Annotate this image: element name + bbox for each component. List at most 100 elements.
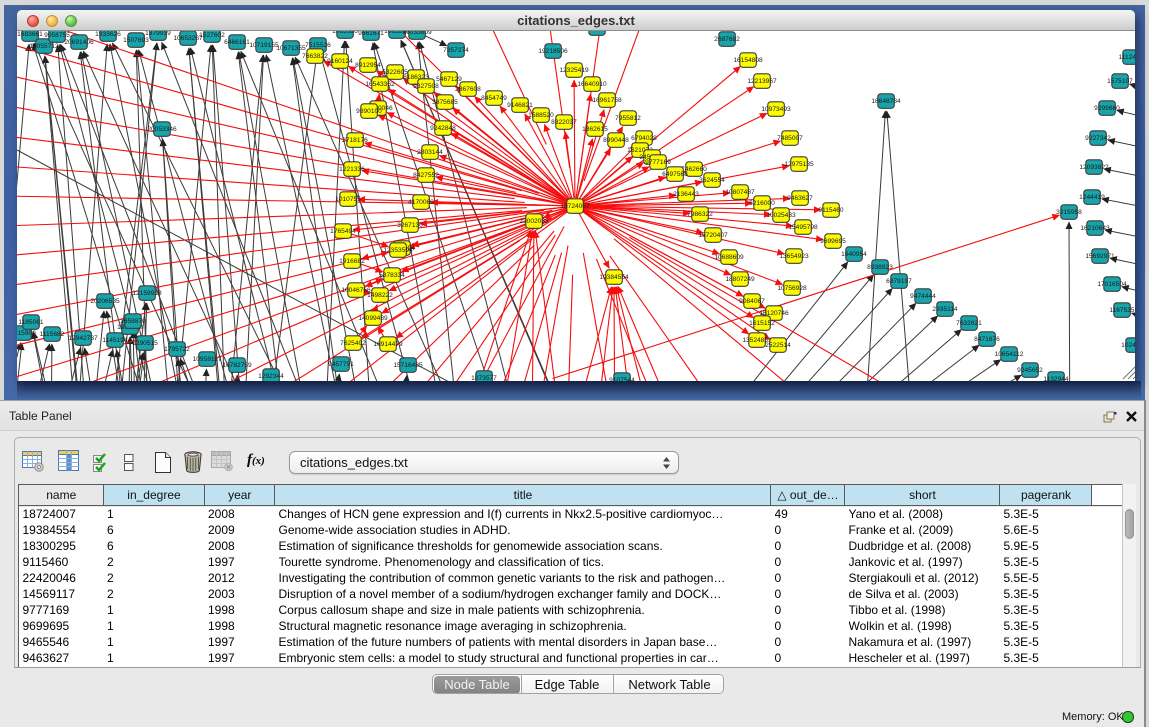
svg-text:2935114: 2935114 [932, 306, 958, 313]
svg-text:10654112: 10654112 [995, 351, 1024, 358]
svg-text:9299660: 9299660 [1094, 105, 1120, 112]
svg-text:1615152: 1615152 [749, 320, 775, 327]
svg-text:16640910: 16640910 [577, 81, 607, 88]
svg-text:3267130: 3267130 [397, 222, 423, 229]
svg-text:1145194: 1145194 [102, 337, 128, 344]
svg-text:8912954: 8912954 [355, 62, 381, 69]
svg-text:12093822: 12093822 [1079, 164, 1109, 171]
svg-text:1527602: 1527602 [199, 32, 225, 39]
svg-text:9146821: 9146821 [507, 102, 533, 109]
svg-text:1185061: 1185061 [18, 319, 44, 326]
svg-text:2867608: 2867608 [455, 86, 481, 93]
svg-text:3624554: 3624554 [699, 177, 725, 184]
svg-text:1658870: 1658870 [120, 318, 146, 325]
svg-text:8990448: 8990448 [603, 137, 629, 144]
svg-text:15692971: 15692971 [1085, 253, 1115, 260]
svg-text:18724007: 18724007 [560, 203, 590, 210]
svg-text:9245652: 9245652 [1017, 367, 1043, 374]
svg-text:10671355: 10671355 [276, 45, 306, 52]
svg-text:9890100: 9890100 [356, 108, 382, 115]
svg-text:8322037: 8322037 [551, 119, 577, 126]
svg-text:18807249: 18807249 [725, 276, 755, 283]
svg-text:1795722: 1795722 [164, 346, 190, 353]
svg-text:8471676: 8471676 [974, 336, 1000, 343]
svg-text:19384554: 19384554 [599, 274, 629, 281]
svg-text:10958117: 10958117 [193, 356, 222, 363]
svg-text:1221336: 1221336 [339, 166, 365, 173]
svg-text:10025433: 10025433 [766, 212, 796, 219]
svg-text:15716485: 15716485 [393, 362, 423, 369]
svg-text:16914479: 16914479 [373, 341, 403, 348]
svg-text:9242848: 9242848 [430, 125, 456, 132]
svg-text:9474444: 9474444 [910, 293, 936, 300]
svg-text:16033809: 16033809 [402, 31, 432, 36]
svg-text:8813054: 8813054 [584, 31, 610, 32]
svg-text:16543362: 16543362 [365, 81, 395, 88]
svg-text:12975135: 12975135 [784, 161, 814, 168]
svg-text:16782759: 16782759 [222, 362, 252, 369]
svg-text:7625402: 7625402 [340, 340, 366, 347]
svg-text:7955812: 7955812 [615, 115, 641, 122]
svg-text:6216000: 6216000 [749, 200, 775, 207]
svg-text:3875685: 3875685 [432, 99, 458, 106]
svg-text:17016504: 17016504 [1097, 281, 1127, 288]
svg-text:7485007: 7485007 [777, 135, 803, 142]
svg-text:10807487: 10807487 [725, 189, 755, 196]
svg-text:15495798: 15495798 [788, 224, 818, 231]
svg-text:7663822: 7663822 [302, 53, 328, 60]
svg-text:6466161: 6466161 [224, 39, 250, 46]
svg-text:23002033: 23002033 [519, 218, 549, 225]
svg-text:9227342: 9227342 [1085, 135, 1111, 142]
svg-text:2136443: 2136443 [673, 191, 699, 198]
svg-text:1115682: 1115682 [40, 331, 65, 338]
svg-text:7357274: 7357274 [443, 47, 469, 54]
svg-text:16648784: 16648784 [871, 98, 901, 105]
svg-text:9084067: 9084067 [739, 298, 765, 305]
svg-text:1575107: 1575107 [1107, 78, 1133, 85]
svg-text:12213967: 12213967 [747, 78, 777, 85]
svg-text:1498222: 1498222 [367, 292, 393, 299]
svg-text:19218506: 19218506 [538, 48, 568, 55]
svg-text:9463627: 9463627 [787, 195, 813, 202]
svg-text:9699695: 9699695 [820, 238, 846, 245]
svg-text:20691406: 20691406 [64, 39, 94, 46]
svg-text:7515526: 7515526 [305, 42, 331, 49]
svg-text:9661671: 9661671 [358, 31, 384, 37]
svg-text:9107544: 9107544 [609, 377, 635, 381]
svg-text:16154808: 16154808 [733, 57, 763, 64]
svg-text:8938923: 8938923 [867, 264, 893, 271]
svg-text:1362615: 1362615 [582, 126, 608, 133]
svg-text:8454749: 8454749 [481, 95, 507, 102]
svg-text:12942737: 12942737 [68, 335, 98, 342]
svg-text:7632621: 7632621 [956, 320, 982, 327]
svg-text:2687682: 2687682 [714, 36, 740, 43]
svg-text:8427552: 8427552 [413, 172, 439, 179]
svg-text:1244419: 1244419 [1079, 194, 1105, 201]
svg-text:6879197: 6879197 [886, 278, 912, 285]
svg-text:14055712: 14055712 [29, 43, 59, 50]
svg-text:10973493: 10973493 [761, 106, 791, 113]
svg-text:10688609: 10688609 [714, 254, 744, 261]
svg-text:9058755: 9058755 [44, 32, 70, 39]
svg-text:10719155: 10719155 [249, 42, 279, 49]
svg-text:1112483: 1112483 [1119, 54, 1135, 61]
svg-text:1010755: 1010755 [335, 196, 361, 203]
svg-text:12353594: 12353594 [383, 247, 413, 254]
svg-text:1640954: 1640954 [841, 251, 867, 258]
svg-text:3215958: 3215958 [1056, 209, 1082, 216]
svg-text:9777169: 9777169 [645, 159, 671, 166]
svg-text:2803144: 2803144 [417, 149, 443, 156]
svg-text:3915900: 3915900 [17, 330, 36, 337]
svg-text:4170060: 4170060 [408, 199, 434, 206]
svg-text:2522514: 2522514 [765, 342, 791, 349]
svg-text:1916682: 1916682 [339, 258, 365, 265]
svg-text:12325419: 12325419 [559, 67, 589, 74]
svg-text:1292344: 1292344 [258, 373, 284, 380]
svg-text:1933626: 1933626 [95, 31, 121, 38]
svg-text:1683661: 1683661 [17, 31, 43, 38]
svg-text:1879939: 1879939 [145, 31, 171, 37]
svg-text:6497568: 6497568 [662, 171, 688, 178]
svg-text:9160124: 9160124 [327, 58, 353, 65]
svg-text:5878334: 5878334 [379, 272, 405, 279]
svg-text:7986322: 7986322 [687, 211, 713, 218]
